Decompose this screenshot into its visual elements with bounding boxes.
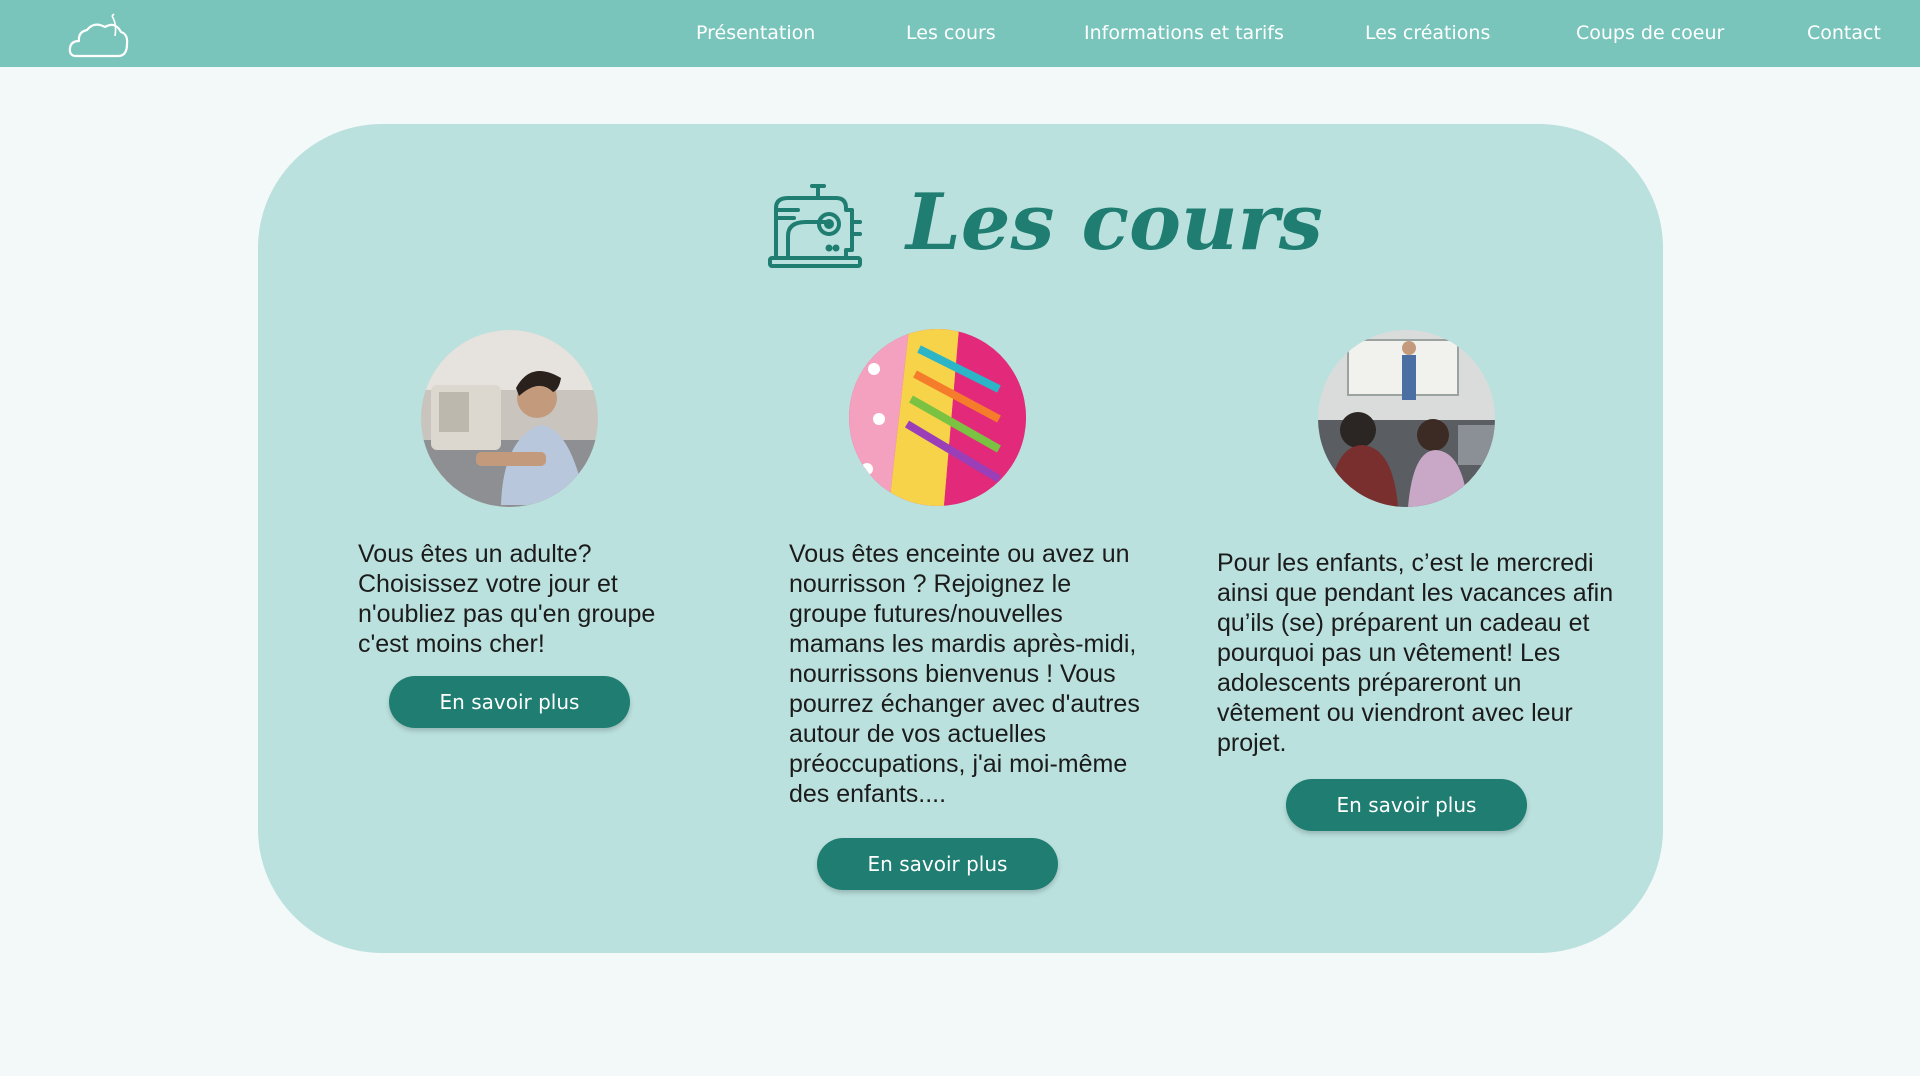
nav-item-presentation[interactable]: Présentation: [696, 22, 815, 44]
page-title: Les cours: [906, 177, 1323, 268]
children-more-button[interactable]: En savoir plus: [1286, 779, 1527, 831]
course-adult-text: Vous êtes un adulte? Choisissez votre jo…: [358, 540, 656, 658]
mothers-more-button[interactable]: En savoir plus: [817, 838, 1058, 890]
nav-item-les-cours[interactable]: Les cours: [906, 22, 996, 44]
nav-item-les-creations[interactable]: Les créations: [1365, 22, 1490, 44]
adult-more-button[interactable]: En savoir plus: [389, 676, 630, 728]
sewing-machine-icon: [768, 184, 862, 268]
classroom-photo: [1318, 330, 1495, 507]
colorful-fabrics-photo: [849, 329, 1026, 506]
course-children-text: Pour les enfants, c’est le mercredi ains…: [1217, 549, 1614, 757]
top-navbar: Présentation Les cours Informations et t…: [0, 0, 1920, 67]
nav-item-coups-de-coeur[interactable]: Coups de coeur: [1576, 22, 1724, 44]
nav-item-informations-tarifs[interactable]: Informations et tarifs: [1084, 22, 1284, 44]
adult-sewing-photo: [421, 330, 598, 507]
nav-item-contact[interactable]: Contact: [1807, 22, 1881, 44]
cloud-logo-icon[interactable]: [68, 12, 130, 60]
course-mothers-text: Vous êtes enceinte ou avez un nourrisson…: [789, 540, 1140, 808]
